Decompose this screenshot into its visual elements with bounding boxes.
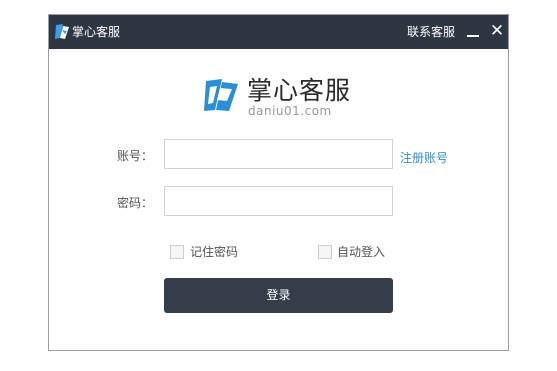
login-button[interactable]: 登录 [164,278,393,313]
remember-password-label[interactable]: 记住密码 [190,245,238,259]
login-window: 掌心客服 联系客服 ✕ 掌心客服 daniu01.com 账号： 注册账号 密码… [48,14,509,351]
account-input[interactable] [164,139,393,169]
minimize-icon [467,35,479,37]
close-button[interactable]: ✕ [489,22,505,40]
auto-login-label[interactable]: 自动登入 [337,245,385,259]
remember-password-checkbox[interactable] [170,245,184,259]
contact-support-link[interactable]: 联系客服 [407,25,455,39]
auto-login-checkbox[interactable] [318,245,332,259]
account-label: 账号： [117,149,154,163]
close-icon: ✕ [489,21,505,41]
password-label: 密码： [117,196,154,210]
password-input[interactable] [164,186,393,216]
brand-name: 掌心客服 [247,76,352,105]
minimize-button[interactable] [464,24,482,42]
brand-url: daniu01.com [248,104,332,118]
brand-logo-icon [204,79,238,111]
title-bar[interactable]: 掌心客服 联系客服 ✕ [49,15,508,49]
app-logo-icon [55,24,69,39]
window-title: 掌心客服 [72,25,121,39]
register-account-link[interactable]: 注册账号 [400,151,448,165]
